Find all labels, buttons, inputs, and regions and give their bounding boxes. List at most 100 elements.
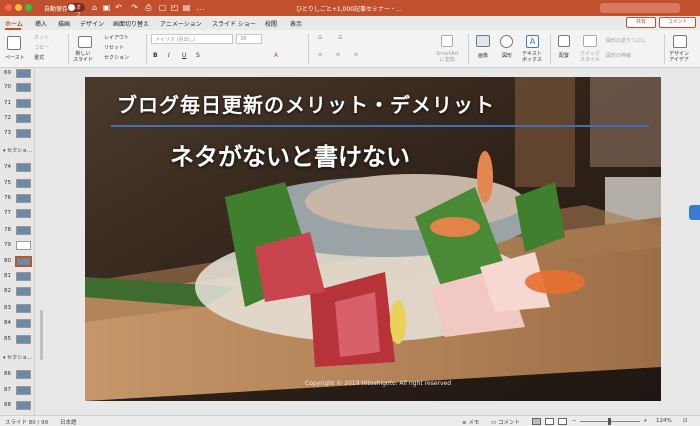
strikethrough-button[interactable]: S [196, 52, 200, 59]
slide-thumbnail[interactable] [16, 386, 31, 395]
slide-thumb-row[interactable]: 78 [0, 225, 34, 237]
picture-label[interactable]: 画像 [478, 52, 488, 59]
language-indicator[interactable]: 日本語 [60, 418, 77, 426]
slide-thumbnail[interactable] [16, 179, 31, 188]
slide-thumb-row[interactable]: 69 [0, 68, 34, 80]
slide-thumb-row[interactable]: 76 [0, 193, 34, 205]
textbox-label[interactable]: テキスト ボックス [522, 51, 542, 63]
align-right-icon[interactable]: ≡ [354, 52, 358, 58]
tab-animations[interactable]: アニメーション [160, 19, 202, 28]
textbox-icon[interactable]: A [526, 35, 539, 48]
slide-thumbnail[interactable] [16, 226, 31, 235]
quick-styles-icon[interactable] [583, 35, 597, 47]
slide-thumbnail[interactable] [16, 287, 31, 296]
redo-icon[interactable]: ↷ [130, 3, 139, 12]
slide-thumb-row[interactable]: 87 [0, 385, 34, 397]
comment-button[interactable]: コメント [659, 17, 696, 28]
reset-button[interactable]: リセット [104, 44, 124, 51]
slide[interactable]: ブログ毎日更新のメリット・デメリット ネタがないと書けない Copyright … [85, 77, 661, 401]
smartart-icon[interactable] [441, 35, 453, 47]
slide-thumbnail[interactable] [16, 114, 31, 123]
slide-thumb-row[interactable]: 86 [0, 369, 34, 381]
tab-home[interactable]: ホーム [5, 19, 23, 28]
slide-thumb-row[interactable]: 82 [0, 286, 34, 298]
minimize-button[interactable] [15, 4, 22, 11]
comments-button[interactable]: ▭ コメント [491, 418, 520, 426]
zoom-button[interactable] [25, 4, 32, 11]
share-button[interactable]: 共有 [626, 17, 656, 28]
slide-thumbnail[interactable] [16, 83, 31, 92]
slide-thumb-row[interactable]: 79 [0, 240, 34, 252]
slide-thumbnail[interactable] [16, 209, 31, 218]
tab-insert[interactable]: 挿入 [35, 19, 47, 28]
save-icon[interactable]: ▣ [102, 3, 111, 12]
shapes-label[interactable]: 図形 [502, 52, 512, 59]
section-header[interactable]: ▾ セクショ... [3, 354, 32, 361]
home-icon[interactable]: ⌂ [90, 3, 99, 12]
new-doc-icon[interactable]: ▢ [158, 3, 167, 12]
slide-thumbnail[interactable] [16, 99, 31, 108]
more-icon[interactable]: … [196, 3, 205, 12]
slide-subtitle[interactable]: ネタがないと書けない [170, 137, 410, 172]
slide-thumbnail[interactable] [16, 335, 31, 344]
slide-thumbnail-pane[interactable]: 69 70 71 72 73 ▾ セクショ... 74 75 76 77 78 … [0, 68, 35, 415]
slide-thumbnail[interactable] [16, 370, 31, 379]
slide-thumb-row[interactable]: 74 [0, 162, 34, 174]
slide-thumb-row[interactable]: 83 [0, 303, 34, 315]
slide-thumbnail[interactable] [16, 401, 31, 410]
zoom-in-button[interactable]: + [643, 418, 648, 424]
slide-thumbnail[interactable] [15, 256, 32, 267]
slide-thumb-row[interactable]: 77 [0, 208, 34, 220]
slide-thumb-row[interactable]: 84 [0, 318, 34, 330]
new-slide-label[interactable]: 新しい スライド [73, 51, 93, 63]
underline-button[interactable]: U [182, 52, 186, 59]
zoom-level[interactable]: 124% [656, 418, 672, 424]
copy-button[interactable]: コピー [34, 44, 49, 51]
picture-icon[interactable] [476, 35, 490, 47]
slide-title[interactable]: ブログ毎日更新のメリット・デメリット [117, 89, 495, 118]
slide-thumb-row[interactable]: 70 [0, 82, 34, 94]
undo-icon[interactable]: ↶ [114, 3, 123, 12]
slide-thumbnail[interactable] [16, 69, 31, 78]
slide-thumbnail[interactable] [16, 272, 31, 281]
slide-thumbnail[interactable] [16, 163, 31, 172]
tab-review[interactable]: 校閲 [265, 19, 277, 28]
present-icon[interactable]: ▤ [182, 3, 191, 12]
close-button[interactable] [5, 4, 12, 11]
slide-thumbnail[interactable] [16, 194, 31, 203]
design-ideas-label[interactable]: デザイン アイデア [669, 51, 689, 63]
autosave-toggle[interactable]: オフ [67, 3, 85, 18]
italic-button[interactable]: I [168, 52, 170, 59]
align-left-icon[interactable]: ≡ [318, 52, 322, 58]
paste-icon[interactable] [7, 36, 21, 50]
format-painter-button[interactable]: 書式 [34, 54, 44, 61]
thumbnail-scrollbar[interactable] [40, 310, 43, 360]
smartart-label[interactable]: SmartArt に変換 [436, 51, 459, 63]
paste-label[interactable]: ペースト [5, 54, 25, 61]
font-color-icon[interactable]: A [274, 52, 278, 59]
layout-button[interactable]: レイアウト [104, 34, 129, 41]
slide-thumb-row[interactable]: 75 [0, 178, 34, 190]
cut-button[interactable]: カット [34, 34, 49, 41]
new-slide-icon[interactable] [78, 36, 92, 48]
search-box[interactable] [600, 3, 680, 13]
arrange-label[interactable]: 配置 [559, 52, 569, 59]
font-size-box[interactable]: 38 [236, 34, 262, 44]
print-icon[interactable]: ⎙ [144, 3, 153, 12]
slide-thumbnail[interactable] [16, 129, 31, 138]
slide-thumb-row[interactable]: 81 [0, 271, 34, 283]
arrange-icon[interactable] [558, 35, 570, 47]
notes-button[interactable]: ≡ メモ [462, 418, 479, 426]
fit-slide-button[interactable]: ⊡ [683, 418, 688, 424]
reading-view-button[interactable] [558, 418, 567, 425]
slide-thumb-row[interactable]: 88 [0, 400, 34, 412]
shape-outline-button[interactable]: 図形の枠線 [606, 52, 631, 59]
bullets-icon[interactable]: ☰ [318, 35, 322, 41]
section-button[interactable]: セクション [104, 54, 129, 61]
floating-assistant-icon[interactable] [689, 205, 700, 220]
slide-thumb-row[interactable]: 85 [0, 334, 34, 346]
zoom-slider-handle[interactable] [608, 418, 611, 425]
align-center-icon[interactable]: ≡ [336, 52, 340, 58]
tab-transitions[interactable]: 画面切り替え [113, 19, 149, 28]
numbering-icon[interactable]: ☰ [338, 35, 342, 41]
